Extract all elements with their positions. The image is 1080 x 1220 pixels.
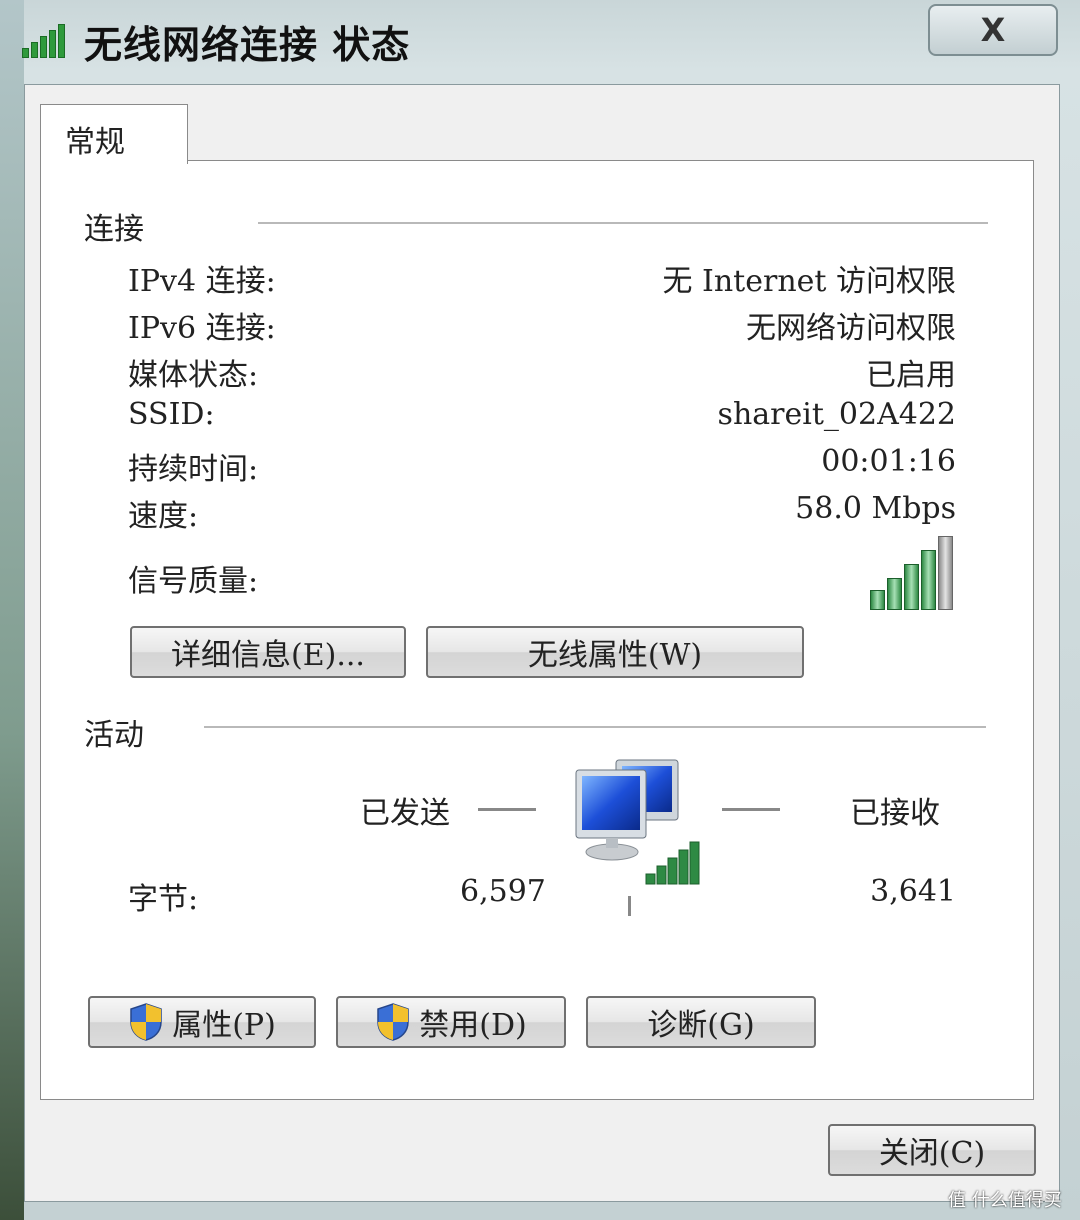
sent-line [478, 808, 536, 811]
disable-button-label: 禁用(D) [419, 1008, 527, 1043]
diagnose-button-label: 诊断(G) [647, 1008, 755, 1043]
ipv4-label: IPv4 连接: [128, 264, 276, 299]
properties-button-label: 属性(P) [172, 1008, 276, 1043]
bytes-received-value: 3,641 [870, 874, 956, 909]
speed-label: 速度: [128, 499, 199, 534]
duration-value: 00:01:16 [821, 444, 956, 479]
connection-divider [258, 222, 988, 225]
activity-group-label: 活动 [84, 718, 144, 753]
signal-strength-icon [870, 536, 958, 610]
activity-divider-tick [628, 896, 631, 916]
media-state-value: 已启用 [866, 358, 956, 393]
ssid-value: shareit_02A422 [717, 397, 956, 432]
tab-general[interactable]: 常规 [40, 104, 188, 164]
connection-group-label: 连接 [84, 212, 144, 247]
wireless-signal-icon [22, 24, 70, 58]
wireless-properties-button-label: 无线属性(W) [527, 638, 703, 673]
signal-quality-label: 信号质量: [128, 564, 259, 599]
title-bar[interactable]: 无线网络连接 状态 X [0, 0, 1080, 84]
speed-value: 58.0 Mbps [795, 491, 956, 526]
disable-button[interactable]: 禁用(D) [336, 996, 566, 1048]
duration-label: 持续时间: [128, 452, 259, 487]
uac-shield-icon [377, 1003, 410, 1041]
media-state-label: 媒体状态: [128, 358, 259, 393]
close-window-button[interactable]: X [928, 4, 1058, 56]
received-line [722, 808, 780, 811]
diagnose-button[interactable]: 诊断(G) [586, 996, 816, 1048]
uac-shield-icon [130, 1003, 162, 1041]
window-title: 无线网络连接 状态 [84, 23, 411, 67]
ssid-label: SSID: [128, 397, 215, 432]
bytes-label: 字节: [128, 882, 199, 917]
ipv6-value: 无网络访问权限 [746, 311, 956, 346]
received-label: 已接收 [850, 796, 940, 831]
watermark: 值 什么值得买 [948, 1190, 1062, 1211]
bytes-sent-value: 6,597 [460, 874, 546, 909]
network-computers-icon [575, 759, 700, 885]
tab-general-label: 常规 [65, 125, 125, 160]
ipv6-label: IPv6 连接: [128, 311, 276, 346]
activity-divider [204, 726, 986, 729]
sent-label: 已发送 [360, 796, 450, 831]
window-left-edge [0, 0, 24, 1220]
close-button-label: 关闭(C) [878, 1136, 986, 1171]
details-button[interactable]: 详细信息(E)... [130, 626, 406, 678]
close-button[interactable]: 关闭(C) [828, 1124, 1036, 1176]
status-window: 无线网络连接 状态 X 常规 连接 IPv4 连接: 无 Internet 访问… [0, 0, 1080, 1220]
properties-button[interactable]: 属性(P) [88, 996, 316, 1048]
details-button-label: 详细信息(E)... [171, 638, 365, 673]
wireless-properties-button[interactable]: 无线属性(W) [426, 626, 804, 678]
ipv4-value: 无 Internet 访问权限 [662, 264, 956, 299]
close-icon: X [980, 11, 1006, 49]
